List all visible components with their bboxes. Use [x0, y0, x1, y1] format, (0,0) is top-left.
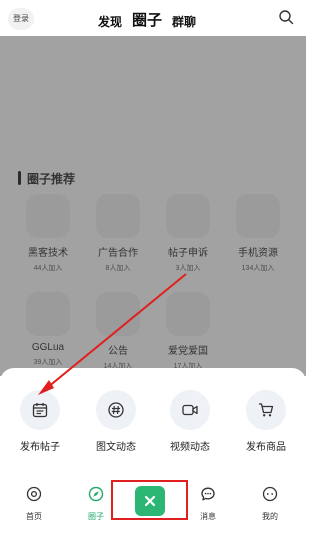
modal-overlay[interactable]: [0, 36, 306, 376]
search-icon[interactable]: [278, 9, 294, 25]
home-icon: [26, 486, 42, 502]
nav-item-messages[interactable]: 消息: [186, 486, 230, 522]
action-label: 发布商品: [246, 442, 286, 453]
publish-product-action[interactable]: 发布商品: [236, 390, 296, 453]
nav-label: 我的: [262, 512, 278, 521]
compass-icon: [88, 486, 104, 502]
action-label: 发布帖子: [20, 442, 60, 453]
top-tabs: 发现 圈子 群聊: [98, 10, 196, 30]
close-highlight-box: [111, 480, 188, 520]
calendar-icon: [20, 390, 60, 430]
tab-group-chat[interactable]: 群聊: [172, 13, 196, 30]
login-button[interactable]: 登录: [8, 8, 34, 30]
nav-label: 消息: [200, 512, 216, 521]
top-header: 登录 发现 圈子 群聊: [0, 0, 306, 36]
cart-icon: [246, 390, 286, 430]
nav-item-home[interactable]: 首页: [12, 486, 56, 522]
publish-post-action[interactable]: 发布帖子: [10, 390, 70, 453]
tab-discover[interactable]: 发现: [98, 13, 122, 30]
action-label: 视频动态: [170, 442, 210, 453]
publish-image-text-action[interactable]: 图文动态: [86, 390, 146, 453]
message-icon: [201, 487, 215, 501]
tab-circles[interactable]: 圈子: [132, 9, 162, 30]
close-icon: [144, 495, 156, 507]
nav-item-profile[interactable]: 我的: [248, 486, 292, 522]
profile-icon: [262, 486, 278, 502]
video-camera-icon: [170, 390, 210, 430]
hashtag-icon: [96, 390, 136, 430]
publish-video-action[interactable]: 视频动态: [160, 390, 220, 453]
action-label: 图文动态: [96, 442, 136, 453]
close-button[interactable]: [135, 486, 165, 516]
nav-label: 首页: [26, 512, 42, 521]
